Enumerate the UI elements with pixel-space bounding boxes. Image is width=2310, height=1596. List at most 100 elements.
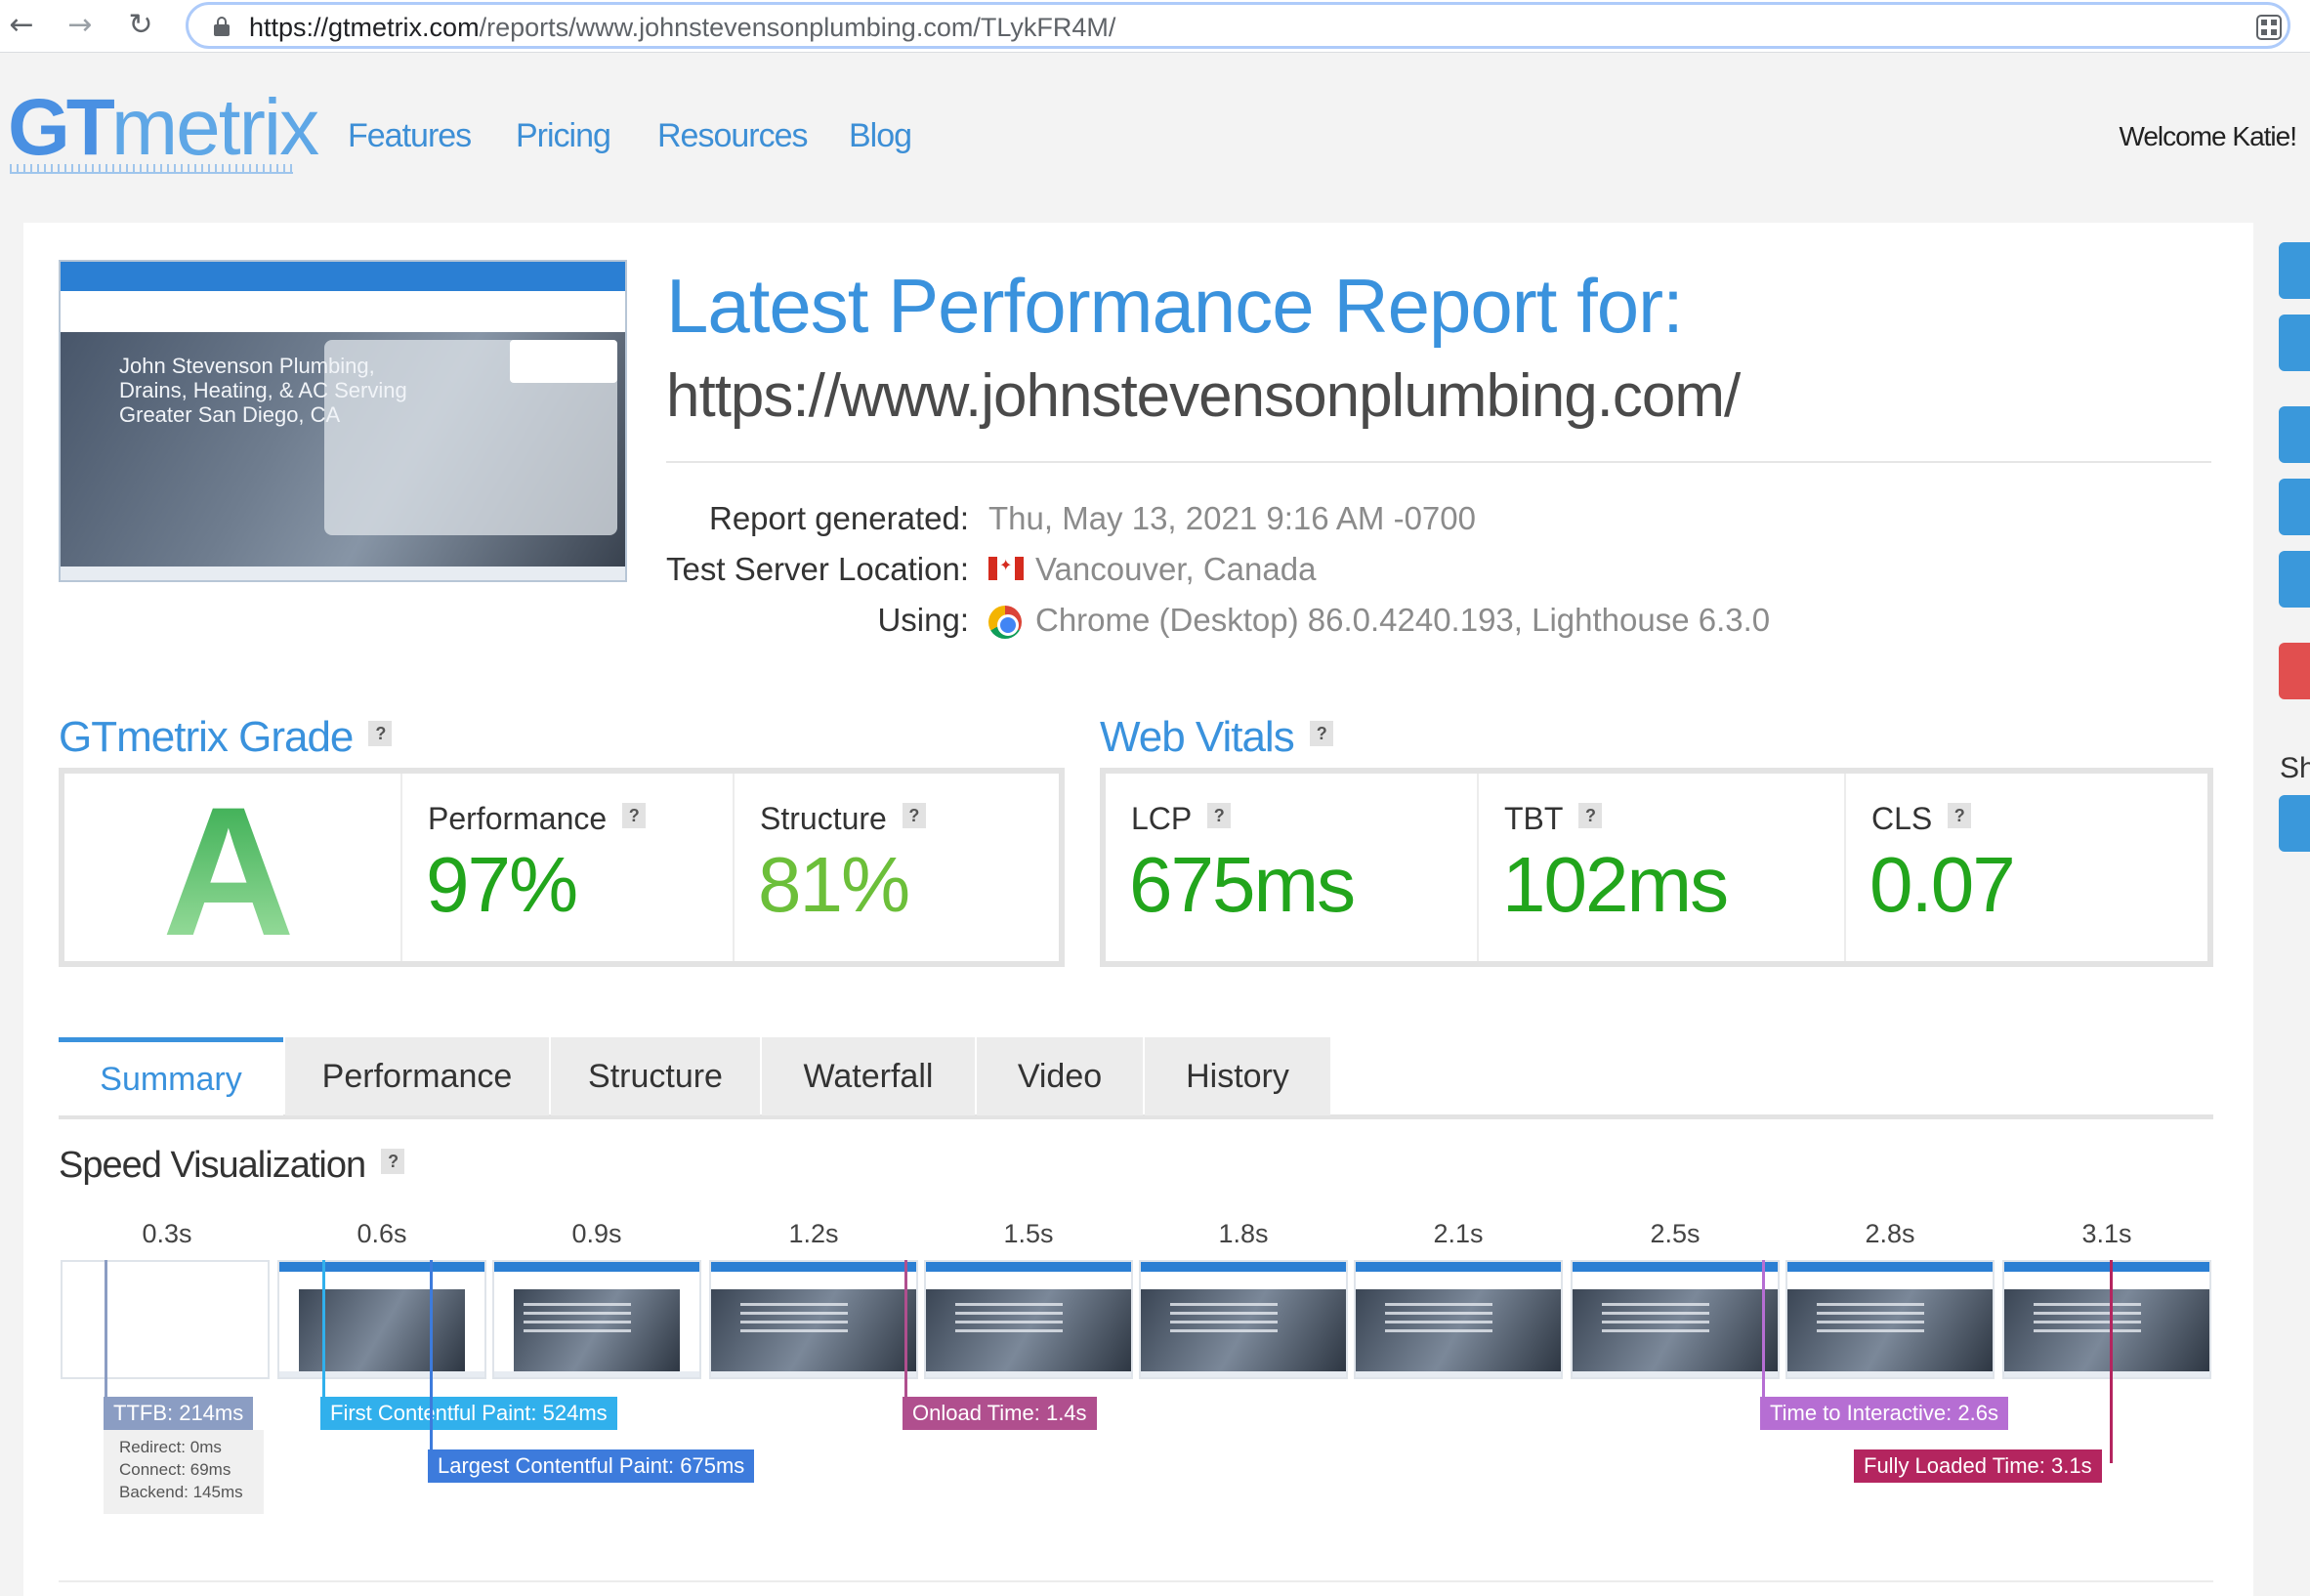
browser-toolbar: ← → ↻ https://gtmetrix.com/reports/www.j… bbox=[0, 0, 2310, 53]
reviews-badge bbox=[510, 340, 617, 383]
tick-label: 0.9s bbox=[571, 1219, 622, 1248]
grade-title: GTmetrix Grade? bbox=[59, 713, 393, 762]
tti-marker[interactable]: Time to Interactive: 2.6s bbox=[1760, 1397, 2008, 1430]
nav-features[interactable]: Features bbox=[348, 117, 472, 155]
filmstrip-frame[interactable] bbox=[924, 1260, 1133, 1379]
app-grid-icon[interactable] bbox=[2256, 15, 2282, 40]
grade-letter: A bbox=[162, 769, 295, 974]
performance-score-cell: Performance? 97% bbox=[400, 774, 733, 961]
tab-video[interactable]: Video bbox=[977, 1037, 1143, 1115]
twitter-share-button[interactable] bbox=[2279, 795, 2310, 852]
sidebar-action-5[interactable] bbox=[2279, 551, 2310, 608]
report-tabs: Summary Performance Structure Waterfall … bbox=[59, 1037, 2213, 1119]
grade-panel: A Performance? 97% Structure? 81% bbox=[59, 768, 1065, 969]
meta-server-location: Test Server Location: Vancouver, Canada bbox=[666, 551, 2211, 594]
lcp-help-icon[interactable]: ? bbox=[1207, 802, 1232, 828]
canada-flag-icon bbox=[988, 556, 1024, 580]
forward-arrow-icon[interactable]: → bbox=[63, 8, 98, 43]
filmstrip-frame[interactable] bbox=[1785, 1260, 1995, 1379]
grade-letter-cell: A bbox=[64, 774, 400, 969]
tbt-value: 102ms bbox=[1502, 841, 1729, 928]
logo-ruler-decoration bbox=[10, 164, 293, 174]
structure-help-icon[interactable]: ? bbox=[902, 802, 926, 828]
web-vitals-help-icon[interactable]: ? bbox=[1309, 721, 1333, 747]
meta-report-generated: Report generated: Thu, May 13, 2021 9:16… bbox=[708, 500, 1476, 536]
lcp-cell: LCP? 675ms bbox=[1129, 801, 1356, 928]
title-divider bbox=[666, 461, 2211, 463]
nav-blog[interactable]: Blog bbox=[849, 117, 912, 155]
tick-label: 3.1s bbox=[2081, 1219, 2132, 1248]
tab-summary[interactable]: Summary bbox=[59, 1037, 283, 1115]
structure-score-cell: Structure? 81% bbox=[733, 774, 1059, 961]
tbt-help-icon[interactable]: ? bbox=[1578, 802, 1603, 828]
fully-loaded-marker-line bbox=[2110, 1260, 2113, 1463]
address-url: https://gtmetrix.com/reports/www.johnste… bbox=[249, 13, 1116, 42]
sidebar-pdf-action[interactable] bbox=[2279, 643, 2310, 699]
meta-using: Using: Chrome (Desktop) 86.0.4240.193, L… bbox=[877, 602, 1771, 639]
welcome-user[interactable]: Welcome Katie! bbox=[2119, 121, 2297, 152]
site-header: GTmetrix Features Pricing Resources Blog… bbox=[0, 53, 2310, 213]
speed-visualization-title: Speed Visualization? bbox=[59, 1145, 405, 1187]
ttfb-marker[interactable]: TTFB: 214ms bbox=[104, 1397, 254, 1430]
fcp-marker[interactable]: First Contentful Paint: 524ms bbox=[320, 1397, 617, 1430]
tick-label: 1.8s bbox=[1218, 1219, 1269, 1248]
cls-help-icon[interactable]: ? bbox=[1948, 802, 1972, 828]
filmstrip-frame[interactable] bbox=[1354, 1260, 1563, 1379]
nav-pricing[interactable]: Pricing bbox=[516, 117, 611, 155]
filmstrip-frame[interactable] bbox=[61, 1260, 270, 1379]
tab-structure[interactable]: Structure bbox=[551, 1037, 760, 1115]
chrome-icon bbox=[988, 606, 1022, 639]
lcp-marker[interactable]: Largest Contentful Paint: 675ms bbox=[428, 1449, 755, 1483]
sidebar-action-3[interactable] bbox=[2279, 406, 2310, 463]
lock-icon bbox=[214, 17, 230, 36]
address-bar[interactable]: https://gtmetrix.com/reports/www.johnste… bbox=[186, 2, 2290, 49]
filmstrip-frame[interactable] bbox=[1571, 1260, 1780, 1379]
cls-value: 0.07 bbox=[1869, 841, 2016, 928]
filmstrip-frame[interactable] bbox=[2002, 1260, 2211, 1379]
tab-history[interactable]: History bbox=[1145, 1037, 1330, 1115]
tab-performance[interactable]: Performance bbox=[285, 1037, 549, 1115]
share-label: Sh bbox=[2280, 752, 2310, 784]
structure-score: 81% bbox=[758, 841, 910, 928]
performance-score: 97% bbox=[426, 841, 578, 928]
report-title: Latest Performance Report for: bbox=[666, 263, 1684, 349]
section-divider bbox=[59, 1580, 2213, 1582]
filmstrip-frame[interactable] bbox=[492, 1260, 701, 1379]
tick-label: 0.6s bbox=[357, 1219, 407, 1248]
tick-label: 2.5s bbox=[1650, 1219, 1701, 1248]
web-vitals-title: Web Vitals? bbox=[1100, 713, 1333, 762]
sidebar-action-2[interactable] bbox=[2279, 315, 2310, 371]
site-screenshot-thumbnail[interactable]: John Stevenson Plumbing, Drains, Heating… bbox=[59, 260, 627, 582]
tick-label: 0.3s bbox=[142, 1219, 192, 1248]
reload-icon[interactable]: ↻ bbox=[123, 8, 158, 43]
back-arrow-icon[interactable]: ← bbox=[4, 8, 39, 43]
tick-label: 1.5s bbox=[1003, 1219, 1054, 1248]
cls-cell: CLS? 0.07 bbox=[1844, 774, 2207, 961]
fully-loaded-marker[interactable]: Fully Loaded Time: 3.1s bbox=[1854, 1449, 2102, 1483]
ttfb-marker-line bbox=[105, 1260, 107, 1410]
tab-waterfall[interactable]: Waterfall bbox=[762, 1037, 975, 1115]
nav-resources[interactable]: Resources bbox=[657, 117, 809, 155]
gtmetrix-logo[interactable]: GTmetrix bbox=[8, 82, 319, 174]
lcp-value: 675ms bbox=[1129, 841, 1356, 928]
tick-label: 1.2s bbox=[788, 1219, 839, 1248]
ttfb-redirect: Redirect: 0ms bbox=[119, 1438, 222, 1456]
sidebar-action-4[interactable] bbox=[2279, 479, 2310, 535]
web-vitals-panel: LCP? 675ms TBT? 102ms CLS? 0.07 bbox=[1100, 768, 2213, 967]
ttfb-backend: Backend: 145ms bbox=[119, 1483, 243, 1501]
report-url[interactable]: https://www.johnstevensonplumbing.com/ bbox=[666, 361, 1741, 431]
sidebar-action-1[interactable] bbox=[2279, 242, 2310, 299]
performance-help-icon[interactable]: ? bbox=[622, 802, 647, 828]
ttfb-details: Redirect: 0ms Connect: 69ms Backend: 145… bbox=[104, 1430, 264, 1514]
onload-marker[interactable]: Onload Time: 1.4s bbox=[903, 1397, 1097, 1430]
filmstrip-frame[interactable] bbox=[1139, 1260, 1348, 1379]
fcp-marker-line bbox=[322, 1260, 325, 1410]
tbt-cell: TBT? 102ms bbox=[1477, 774, 1844, 961]
filmstrip-frame[interactable] bbox=[277, 1260, 486, 1379]
tick-label: 2.1s bbox=[1433, 1219, 1484, 1248]
lcp-marker-line bbox=[430, 1260, 433, 1463]
speed-help-icon[interactable]: ? bbox=[381, 1148, 405, 1174]
grade-help-icon[interactable]: ? bbox=[368, 721, 393, 747]
filmstrip-frame[interactable] bbox=[709, 1260, 918, 1379]
thumbnail-headline: John Stevenson Plumbing, Drains, Heating… bbox=[119, 354, 407, 427]
